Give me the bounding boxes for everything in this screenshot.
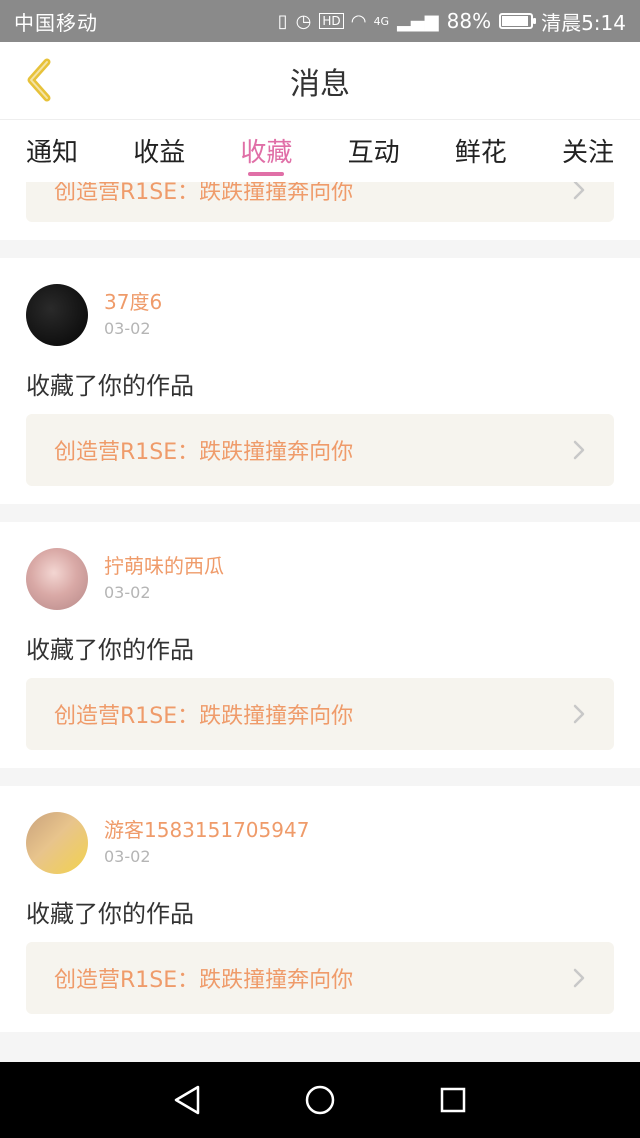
message-text: 收藏了你的作品 <box>26 900 194 928</box>
list-item: 游客1583151705947 03-02 收藏了你的作品 创造营R1SE：跌跌… <box>0 786 640 1032</box>
status-bar: 中国移动 ▯ ◷ HD ◜◝ 4G ▂▄▆ 88% 清晨5:14 <box>0 0 640 42</box>
work-link[interactable]: 创造营R1SE：跌跌撞撞奔向你 <box>26 182 614 222</box>
recent-square-icon <box>441 1087 466 1113</box>
signal-icon: ▂▄▆ <box>397 10 439 32</box>
tab-follows[interactable]: 关注 <box>562 120 614 182</box>
user-name[interactable]: 37度6 <box>104 289 162 315</box>
user-name[interactable]: 游客1583151705947 <box>104 817 309 843</box>
chevron-right-icon <box>573 440 585 460</box>
network-label: 4G <box>373 14 390 28</box>
vibrate-icon: ▯ <box>277 10 288 32</box>
message-list: 创造营R1SE：跌跌撞撞奔向你 37度6 03-02 收藏了你的作品 创造营R1… <box>0 182 640 1062</box>
wifi-icon: ◜◝ <box>351 10 366 32</box>
nav-back-button[interactable] <box>161 1074 213 1126</box>
work-link-text: 创造营R1SE：跌跌撞撞奔向你 <box>54 704 354 729</box>
battery-percent: 88% <box>446 9 492 33</box>
tab-notifications[interactable]: 通知 <box>26 120 78 182</box>
timestamp: 03-02 <box>104 847 151 866</box>
tab-favorites[interactable]: 收藏 <box>240 120 292 182</box>
avatar[interactable] <box>26 812 88 874</box>
timestamp: 03-02 <box>104 583 151 602</box>
battery-icon <box>499 13 537 29</box>
avatar[interactable] <box>26 284 88 346</box>
clock-label: 清晨5:14 <box>541 10 626 35</box>
chevron-right-icon <box>573 182 585 200</box>
work-link-text: 创造营R1SE：跌跌撞撞奔向你 <box>54 968 354 993</box>
status-icons: ▯ ◷ HD ◜◝ 4G ▂▄▆ 88% 清晨5:14 <box>278 7 626 36</box>
chevron-right-icon <box>573 968 585 988</box>
back-chevron-icon <box>27 58 51 102</box>
work-link[interactable]: 创造营R1SE：跌跌撞撞奔向你 <box>26 942 614 1014</box>
message-text: 收藏了你的作品 <box>26 372 194 400</box>
work-link[interactable]: 创造营R1SE：跌跌撞撞奔向你 <box>26 678 614 750</box>
work-link-text: 创造营R1SE：跌跌撞撞奔向你 <box>54 440 354 465</box>
message-text: 收藏了你的作品 <box>26 636 194 664</box>
system-nav-bar <box>0 1062 640 1138</box>
nav-recent-button[interactable] <box>427 1074 479 1126</box>
chevron-right-icon <box>573 704 585 724</box>
page-title: 消息 <box>290 66 350 102</box>
list-item: 创造营R1SE：跌跌撞撞奔向你 <box>0 182 640 240</box>
tab-earnings[interactable]: 收益 <box>133 120 185 182</box>
back-button[interactable] <box>10 52 66 108</box>
tab-flowers[interactable]: 鲜花 <box>455 120 507 182</box>
nav-home-button[interactable] <box>294 1074 346 1126</box>
hd-icon: HD <box>319 13 344 29</box>
header: 消息 <box>0 42 640 120</box>
back-triangle-icon <box>174 1085 199 1115</box>
user-name[interactable]: 拧萌味的西瓜 <box>104 553 224 579</box>
carrier-label: 中国移动 <box>14 10 98 35</box>
list-item: 拧萌味的西瓜 03-02 收藏了你的作品 创造营R1SE：跌跌撞撞奔向你 <box>0 522 640 768</box>
timestamp: 03-02 <box>104 319 151 338</box>
alarm-icon: ◷ <box>295 10 312 32</box>
work-link[interactable]: 创造营R1SE：跌跌撞撞奔向你 <box>26 414 614 486</box>
home-circle-icon <box>305 1085 335 1115</box>
tab-interactions[interactable]: 互动 <box>348 120 400 182</box>
avatar[interactable] <box>26 548 88 610</box>
list-item: 37度6 03-02 收藏了你的作品 创造营R1SE：跌跌撞撞奔向你 <box>0 258 640 504</box>
work-link-text: 创造营R1SE：跌跌撞撞奔向你 <box>54 182 354 205</box>
tab-bar: 通知 收益 收藏 互动 鲜花 关注 <box>0 120 640 182</box>
